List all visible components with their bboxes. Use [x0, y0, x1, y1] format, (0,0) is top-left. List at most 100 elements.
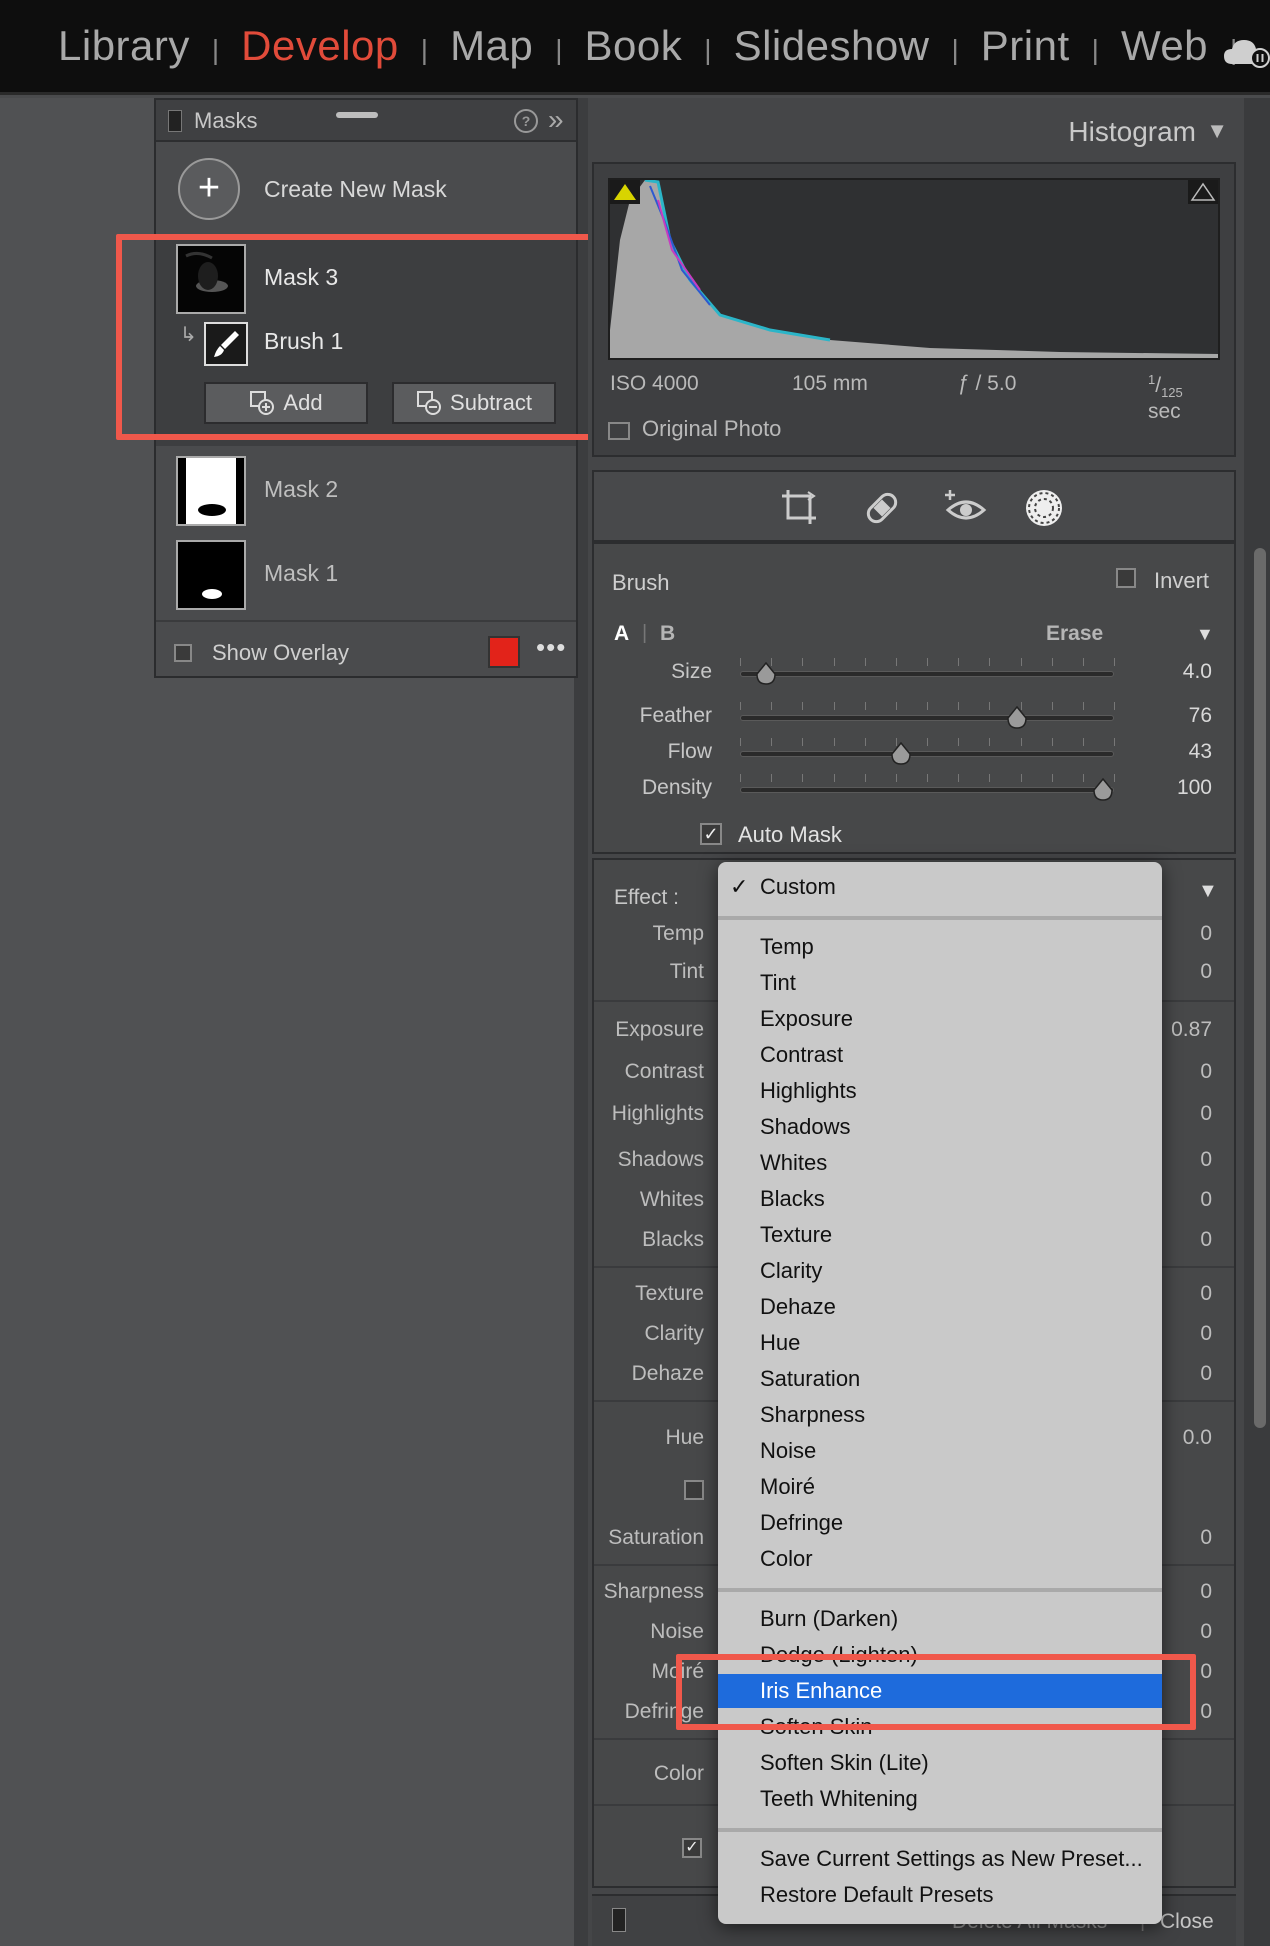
- brush-tab-b[interactable]: B: [660, 622, 675, 646]
- more-options-icon[interactable]: •••: [536, 632, 566, 663]
- mask-item-mask-3[interactable]: Mask 3 ↳ Brush 1 Add Subtract: [156, 240, 576, 446]
- effect-row-value[interactable]: 0: [1200, 1060, 1212, 1084]
- slider-thumb[interactable]: [755, 662, 777, 686]
- slider-thumb[interactable]: [890, 742, 912, 766]
- histogram-graph[interactable]: [608, 178, 1220, 360]
- slider-track[interactable]: [740, 787, 1114, 793]
- close-button[interactable]: Close: [1160, 1910, 1214, 1934]
- effect-row-value[interactable]: 0: [1200, 1282, 1212, 1306]
- dropdown-item-save-preset[interactable]: Save Current Settings as New Preset...: [718, 1842, 1162, 1876]
- dropdown-item[interactable]: Noise: [718, 1434, 1162, 1468]
- module-library[interactable]: Library: [58, 22, 190, 70]
- healing-tool-icon[interactable]: [860, 486, 904, 530]
- cloud-sync-icon[interactable]: [1222, 36, 1270, 68]
- show-overlay-label[interactable]: Show Overlay: [212, 640, 349, 666]
- brush-component-icon[interactable]: [204, 322, 248, 366]
- dropdown-item[interactable]: Saturation: [718, 1362, 1162, 1396]
- dropdown-item[interactable]: Soften Skin: [718, 1710, 1162, 1744]
- effect-row-value[interactable]: 0: [1200, 960, 1212, 984]
- slider-track[interactable]: [740, 751, 1114, 757]
- slider-track[interactable]: [740, 715, 1114, 721]
- mask-label[interactable]: Mask 3: [264, 264, 338, 291]
- original-photo-checkbox[interactable]: [608, 422, 630, 440]
- collapse-triangle-icon[interactable]: ▼: [1206, 118, 1228, 144]
- dropdown-item-custom[interactable]: ✓ Custom: [718, 870, 1162, 904]
- dropdown-item[interactable]: Color: [718, 1542, 1162, 1576]
- expand-panel-icon[interactable]: »: [548, 104, 563, 136]
- dropdown-item-iris-enhance[interactable]: Iris Enhance: [718, 1674, 1162, 1708]
- effect-row-value[interactable]: 0: [1200, 1526, 1212, 1550]
- slider-value[interactable]: 43: [1189, 740, 1212, 764]
- module-web[interactable]: Web: [1121, 22, 1208, 70]
- dropdown-item[interactable]: Clarity: [718, 1254, 1162, 1288]
- effect-row-value[interactable]: 0: [1200, 1188, 1212, 1212]
- dropdown-item[interactable]: Contrast: [718, 1038, 1162, 1072]
- mask-item-mask-2[interactable]: Mask 2: [156, 446, 576, 534]
- auto-mask-checkbox[interactable]: ✓: [700, 823, 722, 845]
- show-overlay-checkbox[interactable]: [174, 644, 192, 662]
- create-mask-label[interactable]: Create New Mask: [264, 176, 447, 203]
- dropdown-item[interactable]: Shadows: [718, 1110, 1162, 1144]
- dropdown-item-restore-presets[interactable]: Restore Default Presets: [718, 1878, 1162, 1912]
- dropdown-item[interactable]: Whites: [718, 1146, 1162, 1180]
- dropdown-item[interactable]: Temp: [718, 930, 1162, 964]
- module-develop[interactable]: Develop: [241, 22, 399, 70]
- dropdown-item[interactable]: Burn (Darken): [718, 1602, 1162, 1636]
- mask-label[interactable]: Mask 2: [264, 476, 338, 503]
- dropdown-item[interactable]: Soften Skin (Lite): [718, 1746, 1162, 1780]
- slider-value[interactable]: 100: [1177, 776, 1212, 800]
- effect-row-value[interactable]: 0: [1200, 1148, 1212, 1172]
- dropdown-item[interactable]: Highlights: [718, 1074, 1162, 1108]
- crop-tool-icon[interactable]: [778, 486, 822, 530]
- red-eye-tool-icon[interactable]: [944, 486, 988, 530]
- masks-panel-header[interactable]: Masks ? »: [156, 100, 576, 142]
- dropdown-item[interactable]: Defringe: [718, 1506, 1162, 1540]
- dropdown-item[interactable]: Exposure: [718, 1002, 1162, 1036]
- dropdown-item[interactable]: Dodge (Lighten): [718, 1638, 1162, 1672]
- mask-item-mask-1[interactable]: Mask 1: [156, 534, 576, 622]
- effect-menu-triangle-icon[interactable]: ▼: [1198, 880, 1218, 903]
- dropdown-item[interactable]: Tint: [718, 966, 1162, 1000]
- create-new-mask-row[interactable]: + Create New Mask: [156, 144, 576, 238]
- invert-label[interactable]: Invert: [1154, 568, 1209, 594]
- effect-row-value[interactable]: 0: [1200, 1362, 1212, 1386]
- dropdown-item[interactable]: Moiré: [718, 1470, 1162, 1504]
- mask-thumbnail[interactable]: [176, 456, 246, 526]
- mask-label[interactable]: Mask 1: [264, 560, 338, 587]
- effect-row-value[interactable]: 0.0: [1183, 1426, 1212, 1450]
- panel-toggle-icon[interactable]: [612, 1908, 626, 1932]
- scrollbar-thumb[interactable]: [1254, 548, 1266, 1428]
- effect-row-value[interactable]: 0: [1200, 922, 1212, 946]
- mask-thumbnail[interactable]: [176, 540, 246, 610]
- dropdown-item[interactable]: Dehaze: [718, 1290, 1162, 1324]
- dropdown-item[interactable]: Sharpness: [718, 1398, 1162, 1432]
- hue-fine-adjust-checkbox[interactable]: [684, 1480, 704, 1500]
- subtract-button[interactable]: Subtract: [392, 382, 556, 424]
- masking-tool-icon[interactable]: [1022, 486, 1066, 530]
- effect-row-value[interactable]: 0: [1200, 1322, 1212, 1346]
- slider-thumb[interactable]: [1092, 778, 1114, 802]
- panel-toggle-icon[interactable]: [168, 110, 182, 132]
- overlay-color-swatch[interactable]: [488, 636, 520, 668]
- create-mask-button[interactable]: +: [178, 158, 240, 220]
- effect-row-value[interactable]: 0: [1200, 1228, 1212, 1252]
- help-icon[interactable]: ?: [514, 109, 538, 133]
- effect-row-value[interactable]: 0.87: [1171, 1018, 1212, 1042]
- auto-mask-label[interactable]: Auto Mask: [738, 822, 842, 848]
- slider-value[interactable]: 76: [1189, 704, 1212, 728]
- effect-row-value[interactable]: 0: [1200, 1700, 1212, 1724]
- effect-row-value[interactable]: 0: [1200, 1580, 1212, 1604]
- histogram-title[interactable]: Histogram: [1068, 116, 1196, 148]
- add-button[interactable]: Add: [204, 382, 368, 424]
- dropdown-item[interactable]: Blacks: [718, 1182, 1162, 1216]
- slider-value[interactable]: 4.0: [1183, 660, 1212, 684]
- invert-checkbox[interactable]: [1116, 568, 1136, 588]
- effect-row-value[interactable]: 0: [1200, 1660, 1212, 1684]
- dropdown-item[interactable]: Texture: [718, 1218, 1162, 1252]
- dropdown-item[interactable]: Hue: [718, 1326, 1162, 1360]
- brush-tab-a[interactable]: A: [614, 622, 629, 646]
- mask-thumbnail[interactable]: [176, 244, 246, 314]
- slider-thumb[interactable]: [1006, 706, 1028, 730]
- module-slideshow[interactable]: Slideshow: [734, 22, 930, 70]
- brush-menu-triangle-icon[interactable]: ▼: [1196, 624, 1214, 645]
